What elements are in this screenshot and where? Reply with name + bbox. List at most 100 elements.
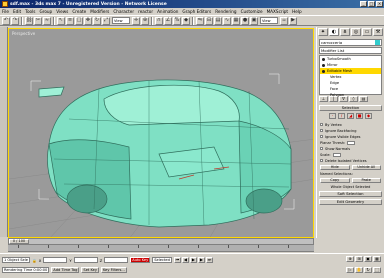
scale-spinner[interactable]: Scale: xyxy=(320,152,381,157)
set-key-button[interactable]: Set Key xyxy=(81,267,99,273)
ignore-visible-edges-checkbox[interactable]: Ignore Visible Edges xyxy=(320,134,381,139)
edge-level-icon[interactable]: ∕ xyxy=(338,113,345,119)
track-bar[interactable] xyxy=(8,245,314,252)
menu-maxscript[interactable]: MAXScript xyxy=(267,9,289,14)
checkbox-box[interactable] xyxy=(320,129,323,132)
ignore-backfacing-checkbox[interactable]: Ignore Backfacing xyxy=(320,128,381,133)
lock-icon[interactable]: 🔒 xyxy=(32,258,37,263)
undo-icon[interactable]: ↶ xyxy=(2,16,10,25)
bulb-icon[interactable] xyxy=(322,57,325,61)
bulb-icon[interactable] xyxy=(322,69,325,73)
make-unique-icon[interactable]: ∀ xyxy=(339,96,348,102)
checkbox-box[interactable] xyxy=(320,159,323,162)
y-coordinate-field[interactable] xyxy=(73,257,98,263)
scale-icon[interactable]: ⤢ xyxy=(102,16,110,25)
menu-graph-editors[interactable]: Graph Editors xyxy=(182,9,211,14)
pin-stack-icon[interactable]: ⊥ xyxy=(319,96,328,102)
layer-manager-icon[interactable]: ▤ xyxy=(214,16,222,25)
menu-create[interactable]: Create xyxy=(72,9,86,14)
unlink-icon[interactable]: ✂ xyxy=(34,16,42,25)
zoom-all-icon[interactable]: ⊞ xyxy=(355,256,363,262)
material-editor-icon[interactable]: ● xyxy=(241,16,249,25)
region-select-icon[interactable]: □ xyxy=(75,16,83,25)
modify-tab-icon[interactable]: ◐ xyxy=(329,28,339,36)
quick-render-icon[interactable]: ☕ xyxy=(280,16,288,25)
menu-edit[interactable]: Edit xyxy=(13,9,21,14)
align-icon[interactable]: ⊟ xyxy=(205,16,213,25)
zoom-extents-icon[interactable]: ▣ xyxy=(364,256,372,262)
spinner-snap-icon[interactable]: ◆ xyxy=(182,16,190,25)
zoom-icon[interactable]: ⊕ xyxy=(346,256,354,262)
render-type-select[interactable]: View xyxy=(260,17,278,24)
bulb-icon[interactable] xyxy=(322,63,325,67)
snap-icon[interactable]: ∩ xyxy=(155,16,163,25)
menu-group[interactable]: Group xyxy=(39,9,52,14)
close-button[interactable]: × xyxy=(376,1,383,7)
create-tab-icon[interactable]: ✦ xyxy=(318,28,328,36)
utilities-tab-icon[interactable]: ⚒ xyxy=(373,28,383,36)
rollout-soft-selection[interactable]: Soft Selection xyxy=(319,191,382,197)
menu-modifiers[interactable]: Modifiers xyxy=(90,9,109,14)
menu-rendering[interactable]: Rendering xyxy=(215,9,236,14)
select-icon[interactable]: ↖ xyxy=(57,16,65,25)
configure-modifier-sets-icon[interactable]: ▤ xyxy=(359,96,368,102)
checkbox-box[interactable] xyxy=(320,147,323,150)
add-time-tag-button[interactable]: Add Time Tag xyxy=(51,267,80,273)
time-slider-thumb[interactable]: 0 / 100 xyxy=(9,239,29,244)
curve-editor-icon[interactable]: ∿ xyxy=(223,16,231,25)
redo-icon[interactable]: ↷ xyxy=(11,16,19,25)
spinner-field[interactable] xyxy=(332,152,341,157)
by-vertex-checkbox[interactable]: By Vertex xyxy=(320,122,381,127)
arc-rotate-icon[interactable]: ↻ xyxy=(364,267,372,273)
checkbox-box[interactable] xyxy=(320,135,323,138)
rotate-icon[interactable]: ↻ xyxy=(93,16,101,25)
motion-tab-icon[interactable]: ◎ xyxy=(351,28,361,36)
next-frame-icon[interactable]: ▶ xyxy=(197,257,205,263)
reference-coordinate-select[interactable]: View xyxy=(112,17,130,24)
spinner-field[interactable] xyxy=(347,140,356,145)
auto-key-button[interactable]: Auto Key xyxy=(130,257,151,263)
bind-space-warp-icon[interactable]: ≈ xyxy=(43,16,51,25)
show-normals-checkbox[interactable]: Show Normals xyxy=(320,146,381,151)
manipulate-icon[interactable]: ⊕ xyxy=(141,16,149,25)
face-level-icon[interactable]: ◢ xyxy=(347,113,354,119)
play-icon[interactable]: ▶ xyxy=(189,257,197,263)
unhide-all-button[interactable]: Unhide All xyxy=(351,165,381,170)
modifier-stack[interactable]: TurboSmooth Mirror Editable Mesh Vertex … xyxy=(319,55,382,97)
pan-icon[interactable]: ✋ xyxy=(355,267,363,273)
vertex-level-icon[interactable]: · xyxy=(329,113,336,119)
zoom-extents-all-icon[interactable]: ▦ xyxy=(373,256,381,262)
object-color-swatch[interactable] xyxy=(375,40,380,45)
show-end-result-icon[interactable]: | xyxy=(329,96,338,102)
delete-isolated-checkbox[interactable]: Delete Isolated Vertices xyxy=(320,158,381,163)
activeshade-icon[interactable]: ▶ xyxy=(289,16,297,25)
copy-button[interactable]: Copy xyxy=(320,178,350,183)
menu-animation[interactable]: Animation xyxy=(157,9,178,14)
selected-dropdown[interactable]: Selected xyxy=(152,257,172,263)
element-level-icon[interactable]: ◆ xyxy=(365,113,372,119)
perspective-viewport[interactable]: Perspective xyxy=(8,28,314,238)
percent-snap-icon[interactable]: % xyxy=(173,16,181,25)
maximize-button[interactable]: □ xyxy=(368,1,375,7)
menu-file[interactable]: File xyxy=(2,9,9,14)
hierarchy-tab-icon[interactable]: ⋔ xyxy=(340,28,350,36)
planar-thresh-spinner[interactable]: Planar Thresh: xyxy=(320,140,381,145)
checkbox-box[interactable] xyxy=(320,123,323,126)
fov-icon[interactable]: ▷ xyxy=(346,267,354,273)
modifier-list-dropdown[interactable]: Modifier List xyxy=(319,47,382,54)
pivot-icon[interactable]: ✛ xyxy=(132,16,140,25)
key-filters-button[interactable]: Key Filters... xyxy=(100,267,127,273)
paste-button[interactable]: Paste xyxy=(351,178,381,183)
go-to-start-icon[interactable]: ⏮ xyxy=(173,257,181,263)
time-slider[interactable]: 0 / 100 xyxy=(8,238,314,245)
object-name-field[interactable]: carrocceria xyxy=(319,39,382,46)
minimize-button[interactable]: _ xyxy=(360,1,367,7)
select-by-name-icon[interactable]: ≡ xyxy=(66,16,74,25)
polygon-level-icon[interactable]: ■ xyxy=(356,113,363,119)
hide-button[interactable]: Hide xyxy=(320,165,350,170)
previous-frame-icon[interactable]: ◀ xyxy=(181,257,189,263)
link-icon[interactable]: ⛓ xyxy=(25,16,33,25)
menu-customize[interactable]: Customize xyxy=(241,9,263,14)
remove-modifier-icon[interactable]: ◊ xyxy=(349,96,358,102)
rollout-edit-geometry[interactable]: Edit Geometry xyxy=(319,199,382,205)
